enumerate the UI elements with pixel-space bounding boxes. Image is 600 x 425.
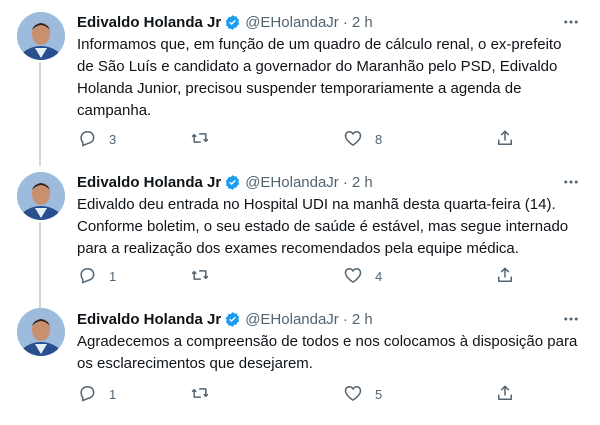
author-handle[interactable]: @EHolandaJr <box>245 174 339 191</box>
reply-button[interactable]: 3 <box>77 129 116 149</box>
verified-badge-icon <box>224 174 241 191</box>
separator-dot: · <box>342 13 348 31</box>
more-icon[interactable] <box>560 309 582 329</box>
like-button[interactable]: 4 <box>343 266 382 286</box>
author-name[interactable]: Edivaldo Holanda Jr <box>77 174 221 191</box>
tweet[interactable]: Edivaldo Holanda Jr @EHolandaJr · 2 h Ag… <box>0 300 600 425</box>
reply-button[interactable]: 1 <box>77 266 116 286</box>
avatar[interactable] <box>17 172 65 220</box>
separator-dot: · <box>342 173 348 191</box>
like-count: 4 <box>375 268 383 284</box>
tweet-actions: 1 5 <box>77 384 597 404</box>
tweet-thread: Edivaldo Holanda Jr @EHolandaJr · 2 h In… <box>0 0 600 425</box>
like-count: 8 <box>375 131 383 147</box>
share-button[interactable] <box>495 266 515 286</box>
verified-badge-icon <box>224 14 241 31</box>
reply-button[interactable]: 1 <box>77 384 116 404</box>
reply-icon <box>77 383 97 406</box>
retweet-icon <box>190 383 210 406</box>
tweet-time[interactable]: 2 h <box>352 174 373 191</box>
like-button[interactable]: 5 <box>343 384 382 404</box>
share-icon <box>495 128 515 151</box>
author-handle[interactable]: @EHolandaJr <box>245 14 339 31</box>
separator-dot: · <box>342 310 348 328</box>
avatar[interactable] <box>17 308 65 356</box>
reply-count: 1 <box>109 268 117 284</box>
like-icon <box>343 265 363 288</box>
tweet-text: Informamos que, em função de um quadro d… <box>77 36 562 119</box>
tweet-time[interactable]: 2 h <box>352 14 373 31</box>
reply-count: 1 <box>109 386 117 402</box>
tweet[interactable]: Edivaldo Holanda Jr @EHolandaJr · 2 h In… <box>0 0 600 162</box>
reply-count: 3 <box>109 131 117 147</box>
tweet-actions: 3 8 <box>77 129 597 149</box>
author-handle[interactable]: @EHolandaJr <box>245 311 339 328</box>
retweet-button[interactable] <box>190 266 222 286</box>
more-icon[interactable] <box>560 172 582 192</box>
like-icon <box>343 383 363 406</box>
share-icon <box>495 383 515 406</box>
retweet-icon <box>190 265 210 288</box>
author-name[interactable]: Edivaldo Holanda Jr <box>77 14 221 31</box>
like-icon <box>343 128 363 151</box>
tweet-actions: 1 4 <box>77 266 597 286</box>
more-icon[interactable] <box>560 12 582 32</box>
retweet-button[interactable] <box>190 384 222 404</box>
tweet[interactable]: Edivaldo Holanda Jr @EHolandaJr · 2 h Ed… <box>0 162 600 300</box>
like-count: 5 <box>375 386 383 402</box>
tweet-header: Edivaldo Holanda Jr @EHolandaJr · 2 h <box>77 12 373 32</box>
share-button[interactable] <box>495 129 515 149</box>
tweet-text: Agradecemos a compreensão de todos e nos… <box>77 333 578 372</box>
tweet-header: Edivaldo Holanda Jr @EHolandaJr · 2 h <box>77 309 373 329</box>
avatar[interactable] <box>17 12 65 60</box>
share-button[interactable] <box>495 384 515 404</box>
verified-badge-icon <box>224 311 241 328</box>
retweet-icon <box>190 128 210 151</box>
tweet-header: Edivaldo Holanda Jr @EHolandaJr · 2 h <box>77 172 373 192</box>
author-name[interactable]: Edivaldo Holanda Jr <box>77 311 221 328</box>
tweet-time[interactable]: 2 h <box>352 311 373 328</box>
like-button[interactable]: 8 <box>343 129 382 149</box>
retweet-button[interactable] <box>190 129 222 149</box>
reply-icon <box>77 128 97 151</box>
tweet-text: Edivaldo deu entrada no Hospital UDI na … <box>77 196 569 257</box>
share-icon <box>495 265 515 288</box>
reply-icon <box>77 265 97 288</box>
